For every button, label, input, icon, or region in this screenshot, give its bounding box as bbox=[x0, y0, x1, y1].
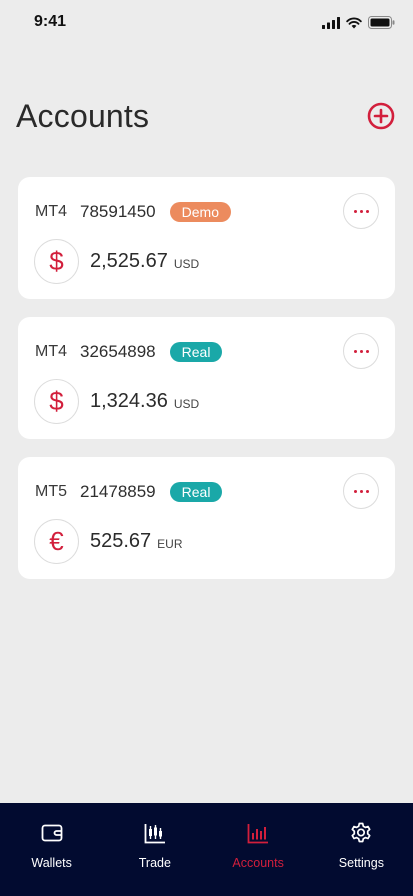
account-card[interactable]: MT4 32654898 Real $ 1,324.36 USD bbox=[18, 317, 395, 439]
account-number: 32654898 bbox=[80, 342, 156, 361]
account-header: MT4 78591450 Demo bbox=[35, 202, 231, 222]
account-platform: MT4 bbox=[35, 343, 67, 360]
tab-label: Wallets bbox=[31, 856, 72, 870]
dollar-icon: $ bbox=[34, 379, 79, 424]
battery-icon bbox=[368, 16, 395, 29]
tab-trade[interactable]: Trade bbox=[103, 803, 206, 896]
tab-accounts[interactable]: Accounts bbox=[207, 803, 310, 896]
accounts-list: MT4 78591450 Demo $ 2,525.67 USD MT4 326… bbox=[18, 177, 395, 597]
account-type-badge: Demo bbox=[169, 202, 231, 222]
more-options-button[interactable] bbox=[343, 473, 379, 509]
account-balance-row: $ 2,525.67 USD bbox=[34, 239, 199, 284]
account-balance: 525.67 bbox=[90, 530, 152, 552]
euro-icon: € bbox=[34, 519, 79, 564]
more-dots-icon bbox=[353, 209, 369, 213]
status-icons bbox=[322, 16, 395, 29]
gear-icon bbox=[351, 822, 371, 843]
currency-code: USD bbox=[173, 256, 200, 271]
account-balance-row: $ 1,324.36 USD bbox=[34, 379, 199, 424]
plus-circle-icon bbox=[367, 102, 395, 130]
account-header: MT5 21478859 Real bbox=[35, 482, 223, 502]
account-platform: MT4 bbox=[35, 203, 67, 220]
account-type-badge: Real bbox=[169, 482, 223, 502]
bottom-tab-bar: Wallets Trade Accounts Settings bbox=[0, 803, 413, 896]
dollar-icon: $ bbox=[34, 239, 79, 284]
header: Accounts bbox=[16, 92, 397, 140]
account-number: 78591450 bbox=[80, 202, 156, 221]
account-card[interactable]: MT4 78591450 Demo $ 2,525.67 USD bbox=[18, 177, 395, 299]
page-title: Accounts bbox=[16, 97, 150, 134]
candlestick-icon bbox=[144, 824, 165, 844]
account-header: MT4 32654898 Real bbox=[35, 342, 223, 362]
cellular-signal-icon bbox=[322, 16, 340, 29]
account-type-badge: Real bbox=[169, 342, 223, 362]
account-balance: 2,525.67 bbox=[90, 250, 168, 272]
tab-label: Settings bbox=[338, 856, 384, 870]
tab-settings[interactable]: Settings bbox=[310, 803, 413, 896]
tab-label: Accounts bbox=[232, 856, 284, 870]
tab-label: Trade bbox=[138, 856, 171, 870]
more-dots-icon bbox=[353, 489, 369, 493]
wifi-icon bbox=[346, 17, 362, 28]
account-platform: MT5 bbox=[35, 483, 67, 500]
account-number: 21478859 bbox=[80, 482, 156, 501]
bar-chart-icon bbox=[247, 824, 269, 844]
account-balance-row: € 525.67 EUR bbox=[34, 519, 183, 564]
wallet-icon bbox=[41, 824, 63, 842]
more-options-button[interactable] bbox=[343, 333, 379, 369]
status-bar: 9:41 bbox=[0, 0, 413, 44]
more-options-button[interactable] bbox=[343, 193, 379, 229]
currency-code: EUR bbox=[157, 536, 183, 551]
status-time: 9:41 bbox=[34, 13, 67, 30]
account-balance: 1,324.36 bbox=[90, 390, 168, 412]
add-account-button[interactable] bbox=[365, 100, 397, 132]
currency-code: USD bbox=[173, 396, 200, 411]
account-card[interactable]: MT5 21478859 Real € 525.67 EUR bbox=[18, 457, 395, 579]
tab-wallets[interactable]: Wallets bbox=[0, 803, 103, 896]
more-dots-icon bbox=[353, 349, 369, 353]
